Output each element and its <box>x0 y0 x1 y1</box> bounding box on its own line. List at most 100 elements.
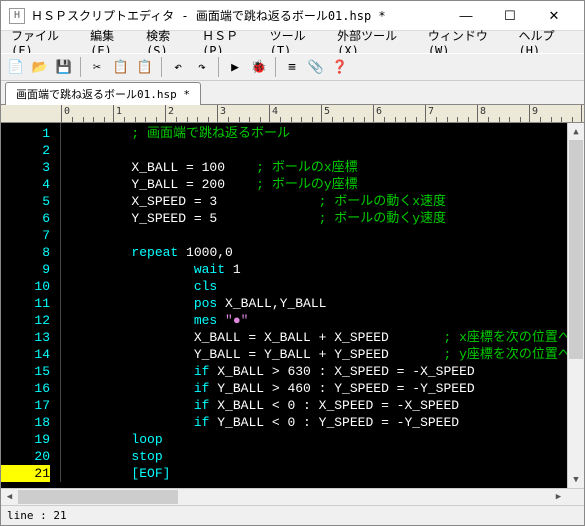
line-number[interactable]: 6 <box>1 210 50 227</box>
token-kw: cls <box>194 279 217 294</box>
token-kw: if <box>194 398 210 413</box>
code-line[interactable]: X_BALL = X_BALL + X_SPEED ; x座標を次の位置へ進める <box>69 329 567 346</box>
editor-window: H ＨＳＰスクリプトエディタ - 画面端で跳ね返るボール01.hsp * — ☐… <box>0 0 585 526</box>
code-line[interactable]: loop <box>69 431 567 448</box>
toolbar-button-15[interactable]: 📎 <box>305 56 327 78</box>
toolbar-button-8[interactable]: ↶ <box>167 56 189 78</box>
token-comment: ; ボールのx座標 <box>256 160 357 175</box>
line-number[interactable]: 14 <box>1 346 50 363</box>
token-kw: if <box>194 415 210 430</box>
status-line: line : 21 <box>7 509 67 522</box>
toolbar-button-6[interactable]: 📋 <box>134 56 156 78</box>
scroll-left-icon[interactable]: ◀ <box>1 489 18 505</box>
token-comment: ; ボールの動くx速度 <box>319 194 446 209</box>
token-eof: [EOF] <box>131 466 170 481</box>
line-number[interactable]: 15 <box>1 363 50 380</box>
line-number[interactable]: 20 <box>1 448 50 465</box>
toolbar-button-0[interactable]: 📄 <box>5 56 27 78</box>
line-number[interactable]: 10 <box>1 278 50 295</box>
scroll-down-icon[interactable]: ▼ <box>568 471 584 488</box>
scroll-up-icon[interactable]: ▲ <box>568 123 584 140</box>
token-kw: stop <box>131 449 162 464</box>
code-editor[interactable]: ; 画面端で跳ね返るボール X_BALL = 100 ; ボールのx座標 Y_B… <box>61 123 567 488</box>
token-ident: Y_SPEED = 5 <box>69 211 319 226</box>
toolbar: 📄📂💾✂📋📋↶↷▶🐞≡📎❓ <box>1 53 584 81</box>
code-line[interactable]: X_SPEED = 3 ; ボールの動くx速度 <box>69 193 567 210</box>
code-line[interactable]: mes "●" <box>69 312 567 329</box>
code-line[interactable]: if X_BALL < 0 : X_SPEED = -X_SPEED <box>69 397 567 414</box>
token-ident: Y_BALL = Y_BALL + Y_SPEED <box>69 347 443 362</box>
code-line[interactable]: ; 画面端で跳ね返るボール <box>69 125 567 142</box>
line-number[interactable]: 2 <box>1 142 50 159</box>
token-ident: 1 <box>225 262 241 277</box>
token-ident: Y_BALL < 0 : Y_SPEED = -Y_SPEED <box>209 415 459 430</box>
code-line[interactable]: repeat 1000,0 <box>69 244 567 261</box>
toolbar-button-12[interactable]: 🐞 <box>248 56 270 78</box>
code-line[interactable] <box>69 142 567 159</box>
token-kw: if <box>194 364 210 379</box>
line-number[interactable]: 9 <box>1 261 50 278</box>
toolbar-button-5[interactable]: 📋 <box>110 56 132 78</box>
toolbar-button-1[interactable]: 📂 <box>29 56 51 78</box>
token-ident <box>69 296 194 311</box>
code-line[interactable]: Y_BALL = Y_BALL + Y_SPEED ; y座標を次の位置へ進める <box>69 346 567 363</box>
horizontal-scrollbar[interactable]: ◀ ▶ <box>1 488 584 505</box>
line-number[interactable]: 21 <box>1 465 50 482</box>
token-ident: X_BALL < 0 : X_SPEED = -X_SPEED <box>209 398 459 413</box>
line-number[interactable]: 16 <box>1 380 50 397</box>
line-number[interactable]: 13 <box>1 329 50 346</box>
menubar: ファイル(F) 編集(E) 検索(S) ＨＳＰ(P) ツール(T) 外部ツール(… <box>1 31 584 53</box>
token-ident <box>69 398 194 413</box>
toolbar-button-9[interactable]: ↷ <box>191 56 213 78</box>
token-str: "●" <box>225 313 248 328</box>
token-ident: 1000,0 <box>178 245 233 260</box>
app-icon: H <box>9 8 25 24</box>
line-number-gutter[interactable]: 123456789101112131415161718192021 <box>1 123 61 482</box>
vertical-scrollbar[interactable]: ▲ ▼ <box>567 123 584 488</box>
token-ident <box>69 466 131 481</box>
line-number[interactable]: 4 <box>1 176 50 193</box>
line-number[interactable]: 3 <box>1 159 50 176</box>
line-number[interactable]: 11 <box>1 295 50 312</box>
token-kw: wait <box>194 262 225 277</box>
ruler-tick: 4 <box>269 105 321 122</box>
line-number[interactable]: 12 <box>1 312 50 329</box>
toolbar-button-16[interactable]: ❓ <box>329 56 351 78</box>
code-line[interactable]: [EOF] <box>69 465 567 482</box>
line-number[interactable]: 17 <box>1 397 50 414</box>
code-line[interactable]: X_BALL = 100 ; ボールのx座標 <box>69 159 567 176</box>
line-number[interactable]: 5 <box>1 193 50 210</box>
toolbar-button-2[interactable]: 💾 <box>53 56 75 78</box>
token-ident <box>69 126 131 141</box>
token-ident <box>69 449 131 464</box>
code-line[interactable]: Y_BALL = 200 ; ボールのy座標 <box>69 176 567 193</box>
toolbar-button-14[interactable]: ≡ <box>281 56 303 78</box>
line-number[interactable]: 7 <box>1 227 50 244</box>
token-ident: X_BALL > 630 : X_SPEED = -X_SPEED <box>209 364 474 379</box>
code-line[interactable]: cls <box>69 278 567 295</box>
code-line[interactable] <box>69 227 567 244</box>
line-number[interactable]: 18 <box>1 414 50 431</box>
code-line[interactable]: if Y_BALL < 0 : Y_SPEED = -Y_SPEED <box>69 414 567 431</box>
token-kw: loop <box>131 432 162 447</box>
code-line[interactable]: if X_BALL > 630 : X_SPEED = -X_SPEED <box>69 363 567 380</box>
code-line[interactable]: wait 1 <box>69 261 567 278</box>
token-ident <box>69 313 194 328</box>
document-tab[interactable]: 画面端で跳ね返るボール01.hsp * <box>5 82 201 105</box>
code-line[interactable]: stop <box>69 448 567 465</box>
token-ident: Y_BALL = 200 <box>69 177 256 192</box>
toolbar-button-11[interactable]: ▶ <box>224 56 246 78</box>
line-number[interactable]: 1 <box>1 125 50 142</box>
scroll-thumb-v[interactable] <box>569 140 583 359</box>
code-line[interactable]: pos X_BALL,Y_BALL <box>69 295 567 312</box>
ruler-tick: 6 <box>373 105 425 122</box>
scroll-right-icon[interactable]: ▶ <box>550 489 567 505</box>
toolbar-button-4[interactable]: ✂ <box>86 56 108 78</box>
code-line[interactable]: Y_SPEED = 5 ; ボールの動くy速度 <box>69 210 567 227</box>
line-number[interactable]: 8 <box>1 244 50 261</box>
code-line[interactable]: if Y_BALL > 460 : Y_SPEED = -Y_SPEED <box>69 380 567 397</box>
ruler-tick: 9 <box>529 105 581 122</box>
token-comment: ; ボールの動くy速度 <box>319 211 446 226</box>
line-number[interactable]: 19 <box>1 431 50 448</box>
scroll-thumb-h[interactable] <box>18 490 178 504</box>
